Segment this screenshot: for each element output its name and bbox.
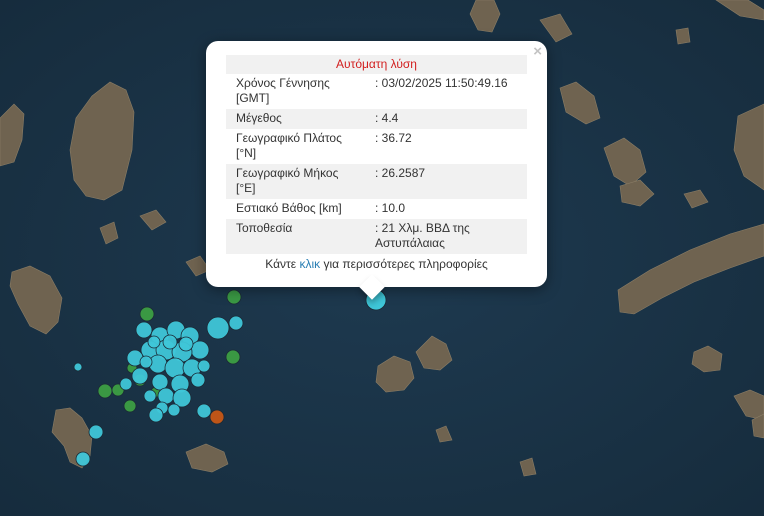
- more-info-line: Κάντε κλικ για περισσότερες πληροφορίες: [206, 257, 547, 271]
- value-origin-time: : 03/02/2025 11:50:49.16: [375, 76, 508, 90]
- value-longitude: : 26.2587: [363, 164, 527, 199]
- row-magnitude: Μέγεθος : 4.4: [226, 109, 527, 129]
- island-small-9: [675, 27, 691, 45]
- more-info-prefix: Κάντε: [265, 257, 297, 271]
- label-origin-time: Χρόνος Γέννησης [GMT]: [236, 76, 330, 105]
- value-magnitude: : 4.4: [363, 109, 527, 129]
- row-origin-time: Χρόνος Γέννησης [GMT] : 03/02/2025 11:50…: [226, 74, 527, 109]
- label-longitude: Γεωγραφικό Μήκος [°E]: [226, 164, 363, 199]
- more-info-link[interactable]: κλικ: [299, 257, 320, 271]
- map[interactable]: × Αυτόματη λύση Χρόνος Γέννησης [GMT] : …: [0, 0, 764, 516]
- popup-header-row: Αυτόματη λύση: [226, 55, 527, 74]
- value-latitude: : 36.72: [375, 131, 412, 145]
- row-latitude: Γεωγραφικό Πλάτος [°N] : 36.72: [226, 129, 527, 164]
- row-depth: Εστιακό Βάθος [km] : 10.0: [226, 199, 527, 219]
- earthquake-info-popup: × Αυτόματη λύση Χρόνος Γέννησης [GMT] : …: [206, 41, 547, 300]
- close-icon[interactable]: ×: [533, 43, 542, 61]
- more-info-suffix: για περισσότερες πληροφορίες: [323, 257, 488, 271]
- label-magnitude: Μέγεθος: [226, 109, 363, 129]
- popup-header: Αυτόματη λύση: [226, 55, 527, 74]
- earthquake-info-table: Αυτόματη λύση Χρόνος Γέννησης [GMT] : 03…: [226, 55, 527, 254]
- label-depth: Εστιακό Βάθος [km]: [236, 201, 342, 215]
- row-location: Τοποθεσία : 21 Χλμ. ΒΒΔ της Αστυπάλαιας: [226, 219, 527, 254]
- value-depth: : 10.0: [375, 201, 406, 215]
- label-latitude: Γεωγραφικό Πλάτος [°N]: [236, 131, 342, 160]
- row-longitude: Γεωγραφικό Μήκος [°E] : 26.2587: [226, 164, 527, 199]
- label-location: Τοποθεσία: [226, 219, 363, 254]
- value-location: : 21 Χλμ. ΒΒΔ της Αστυπάλαιας: [363, 219, 527, 254]
